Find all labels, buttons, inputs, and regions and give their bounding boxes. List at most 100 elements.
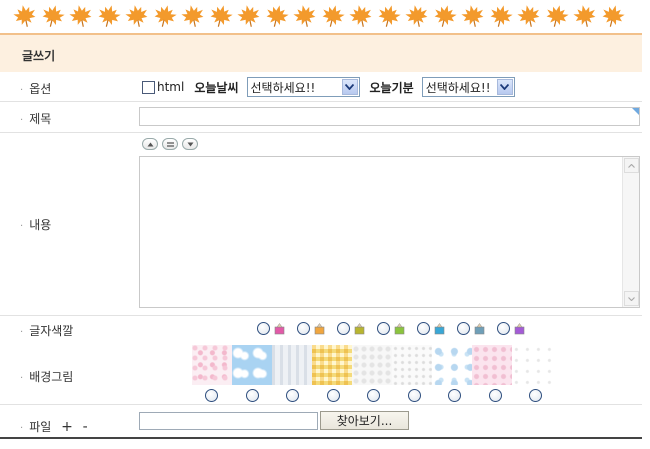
maple-leaf-icon: [96, 4, 124, 30]
weather-select-value: 선택하세요!!: [250, 80, 316, 95]
background-radio[interactable]: [205, 389, 218, 402]
title-bar: 글쓰기: [0, 33, 642, 72]
background-radio[interactable]: [367, 389, 380, 402]
remove-file-button[interactable]: -: [83, 419, 88, 435]
background-tile-yellow-check: [312, 345, 352, 385]
color-swatch-icon: [274, 322, 285, 335]
maple-leaf-icon: [264, 4, 292, 30]
subject-label-row: · 제목: [20, 110, 51, 127]
maple-leaf-icon: [12, 4, 40, 30]
file-path-input[interactable]: [139, 412, 318, 430]
font-color-options: [257, 322, 537, 335]
font-color-radio[interactable]: [297, 322, 310, 335]
divider: [0, 101, 642, 102]
content-label: 내용: [29, 218, 52, 232]
background-tile-blue-flower: [432, 345, 472, 385]
background-radio[interactable]: [529, 389, 542, 402]
color-swatch-icon: [354, 322, 365, 335]
mood-label: 오늘기분: [369, 80, 414, 95]
background-radio[interactable]: [286, 389, 299, 402]
maple-leaf-icon: [460, 4, 488, 30]
page-title: 글쓰기: [22, 49, 56, 63]
options-label: 옵션: [29, 82, 52, 96]
font-color-radio[interactable]: [457, 322, 470, 335]
font-color-label: 글자색깔: [29, 324, 74, 338]
bullet-dot: ·: [20, 327, 24, 338]
background-radio[interactable]: [448, 389, 461, 402]
maple-leaf-icon: [180, 4, 208, 30]
maple-leaf-icon: [348, 4, 376, 30]
background-label: 배경그림: [29, 370, 74, 384]
color-swatch-icon: [394, 322, 405, 335]
reset-size-button[interactable]: [162, 138, 178, 150]
bullet-dot: ·: [20, 115, 24, 126]
file-label-row: · 파일 + -: [20, 418, 88, 435]
weather-select[interactable]: 선택하세요!!: [246, 77, 360, 97]
mood-select[interactable]: 선택하세요!!: [421, 77, 515, 97]
font-color-radio[interactable]: [377, 322, 390, 335]
options-area: html 오늘날씨 선택하세요!! 오늘기분 선택하세요!!: [142, 77, 515, 97]
maple-leaf-icon: [236, 4, 264, 30]
color-swatch-icon: [434, 322, 445, 335]
browse-button[interactable]: 찾아보기...: [320, 411, 409, 430]
bottom-border: [0, 437, 642, 439]
expand-down-button[interactable]: [182, 138, 198, 150]
background-tile-white-sparkle: [512, 345, 552, 385]
maple-leaf-icon: [320, 4, 348, 30]
scrollbar[interactable]: [622, 157, 639, 307]
maple-leaf-icon: [124, 4, 152, 30]
background-tiles: [192, 345, 552, 385]
font-color-option: [457, 322, 497, 335]
color-swatch-icon: [514, 322, 525, 335]
maple-leaf-icon: [516, 4, 544, 30]
background-radio-slot: [367, 389, 408, 405]
background-radio[interactable]: [488, 389, 502, 402]
scroll-up-button[interactable]: [624, 158, 639, 173]
textarea-size-controls: [142, 138, 198, 150]
background-radio[interactable]: [326, 389, 340, 402]
font-color-option: [297, 322, 337, 335]
maple-leaf-icon: [544, 4, 572, 30]
file-label: 파일: [29, 420, 52, 434]
html-checkbox[interactable]: [142, 80, 155, 94]
font-color-option: [417, 322, 457, 335]
divider: [0, 315, 642, 316]
background-radio-slot: [448, 389, 489, 405]
maple-leaf-icon: [404, 4, 432, 30]
background-radio[interactable]: [407, 389, 421, 402]
maple-leaf-icon: [40, 4, 68, 30]
color-swatch-icon: [474, 322, 485, 335]
font-color-radio[interactable]: [417, 322, 430, 335]
content-textarea[interactable]: [139, 156, 640, 308]
maple-leaf-icon: [152, 4, 180, 30]
maple-leaf-icon: [68, 4, 96, 30]
font-color-radio[interactable]: [257, 322, 270, 335]
maple-leaf-icon: [432, 4, 460, 30]
expand-up-button[interactable]: [142, 138, 158, 150]
maple-leaf-icon: [572, 4, 600, 30]
chevron-down-icon[interactable]: [496, 79, 513, 95]
maple-leaf-icon: [488, 4, 516, 30]
bullet-dot: ·: [20, 221, 24, 232]
font-color-radio[interactable]: [337, 322, 350, 335]
font-color-label-row: · 글자색깔: [20, 322, 73, 339]
background-tile-pink-floral: [192, 345, 232, 385]
scroll-down-button[interactable]: [624, 291, 639, 306]
background-radio[interactable]: [245, 389, 259, 402]
chevron-down-icon[interactable]: [341, 79, 358, 95]
background-tile-light-grey: [352, 345, 392, 385]
background-label-row: · 배경그림: [20, 368, 73, 385]
background-radio-slot: [245, 389, 287, 405]
maple-leaf-icon: [600, 4, 628, 30]
bullet-dot: ·: [20, 423, 24, 434]
font-color-option: [497, 322, 537, 335]
background-radio-slot: [407, 389, 449, 405]
background-radio-slot: [488, 389, 530, 405]
font-color-option: [377, 322, 417, 335]
divider: [0, 404, 642, 405]
add-file-button[interactable]: +: [61, 419, 73, 435]
corner-marker: [632, 108, 639, 115]
subject-input[interactable]: [139, 107, 640, 126]
font-color-radio[interactable]: [497, 322, 510, 335]
background-tile-blue-sky: [232, 345, 272, 385]
